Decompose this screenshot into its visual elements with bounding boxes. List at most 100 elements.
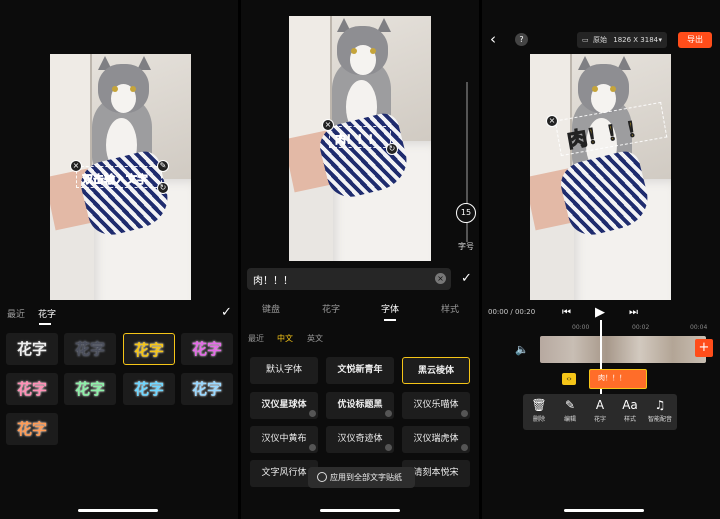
timecode: 00:00 / 00:20 [488, 308, 536, 316]
trash-icon: 🗑 [531, 398, 547, 412]
check-icon[interactable]: ✓ [221, 305, 232, 320]
font-tile[interactable]: 优设标题黑 [326, 392, 394, 419]
tab-recent[interactable]: 最近 [7, 307, 25, 320]
font-tile[interactable]: 汉仪奇迹体 [326, 426, 394, 453]
download-icon [461, 410, 468, 417]
font-label: 汉仪乐喵体 [413, 400, 459, 410]
check-icon[interactable]: ✓ [461, 271, 472, 286]
text-input-row: × [247, 268, 451, 290]
smart-dub-button[interactable]: ♫ 智能配音 [646, 398, 674, 423]
edit-icon: ✎ [564, 398, 576, 412]
font-tile[interactable]: 默认字体 [250, 357, 318, 384]
tool-label: 删除 [532, 416, 545, 423]
tool-label: 编辑 [563, 416, 576, 423]
font-tile[interactable]: 汉仪瑞虎体 [402, 426, 470, 453]
export-button[interactable]: 导出 [678, 32, 712, 48]
active-tab-indicator [384, 319, 396, 321]
volume-icon[interactable]: 🔈 [515, 343, 529, 356]
download-icon [385, 410, 392, 417]
font-tile-selected[interactable]: 黑云棱体 [402, 357, 470, 384]
edit-icon[interactable]: ✎ [157, 160, 169, 172]
home-indicator [78, 509, 158, 512]
subtab-recent[interactable]: 最近 [248, 333, 264, 344]
skip-forward-icon[interactable]: ⏭ [629, 307, 638, 318]
fancy-text-tile[interactable]: 花字 [6, 373, 58, 405]
edit-button[interactable]: ✎ 编辑 [556, 398, 584, 423]
delete-button[interactable]: 🗑 删除 [525, 398, 553, 423]
ruler-mark: 00:00 [572, 324, 590, 331]
font-label: 汉仪中黄布 [261, 434, 307, 444]
voice-icon: ♫ [654, 398, 666, 412]
active-tab-indicator [39, 323, 51, 325]
clear-icon[interactable]: × [435, 273, 446, 284]
subtab-chinese[interactable]: 中文 [277, 333, 293, 344]
font-tile[interactable]: 汉仪中黄布 [250, 426, 318, 453]
resolution-select[interactable]: ▭ 原始 1826 X 3184 ▾ [577, 32, 667, 48]
fancy-text-tile[interactable]: 花字 [6, 413, 58, 445]
font-label: 默认字体 [265, 365, 302, 375]
subtab-english[interactable]: 英文 [307, 333, 323, 344]
text-sticker[interactable]: 双击输入文字 [76, 166, 162, 188]
font-label: 优设标题黑 [337, 400, 383, 410]
font-size-slider-knob[interactable]: 15 [456, 203, 476, 223]
help-icon[interactable]: ? [515, 33, 528, 46]
text-input[interactable] [247, 268, 417, 290]
text-icon: A [595, 398, 605, 412]
editor-panel-font: 肉！！！ × ↻ 15 字号 × ✓ 键盘 花字 字体 样式 最近 中文 英文 … [241, 0, 479, 519]
add-clip-button[interactable]: + [695, 339, 713, 357]
font-label: 汉仪瑞虎体 [413, 434, 459, 444]
play-icon[interactable]: ▶ [595, 305, 605, 320]
style-button[interactable]: Aa 样式 [616, 398, 644, 423]
tab-font[interactable]: 字体 [381, 302, 399, 315]
rotate-icon[interactable]: ↻ [386, 143, 398, 155]
fancy-text-tile[interactable]: 花字 [6, 333, 58, 365]
tile-label: 花字 [16, 380, 47, 398]
chevron-down-icon: ▾ [658, 36, 662, 44]
skip-back-icon[interactable]: ⏮ [562, 307, 571, 318]
tool-label: 样式 [623, 416, 636, 423]
video-preview[interactable] [530, 54, 671, 300]
font-tile[interactable]: 文悦新青年 [326, 357, 394, 384]
font-tile[interactable]: 汉仪星球体 [250, 392, 318, 419]
style-icon: Aa [622, 398, 638, 412]
tab-fancy-text[interactable]: 花字 [322, 302, 340, 315]
resolution-value: 1826 X 3184 [613, 36, 659, 44]
close-icon[interactable]: × [322, 119, 334, 131]
download-icon [309, 410, 316, 417]
fancy-text-tile-selected[interactable]: 花字 [123, 333, 175, 365]
text-sticker[interactable]: 肉！！！ [329, 126, 391, 148]
fancy-text-button[interactable]: A 花字 [586, 398, 614, 423]
download-icon [309, 444, 316, 451]
rotate-icon[interactable]: ↻ [157, 182, 169, 194]
text-clip[interactable]: 肉！！！ [589, 369, 647, 389]
font-label: 汉仪奇迹体 [337, 434, 383, 444]
tile-label: 花字 [191, 380, 222, 398]
fancy-text-tile[interactable]: 花字 [64, 373, 116, 405]
tile-label: 花字 [133, 341, 164, 359]
font-size-label: 字号 [458, 242, 474, 251]
video-clip-strip[interactable] [540, 336, 706, 363]
resolution-label: 原始 [593, 36, 607, 44]
text-clip-label: 肉！！！ [598, 374, 626, 382]
sticker-text: 肉！！！ [335, 133, 380, 147]
font-label: 汉仪星球体 [261, 400, 307, 410]
fancy-text-tile[interactable]: 花字 [123, 373, 175, 405]
screen-icon: ▭ [582, 36, 589, 44]
fancy-text-tile[interactable]: 花字 [181, 333, 233, 365]
font-tile[interactable]: 汉仪乐喵体 [402, 392, 470, 419]
radio-icon [317, 472, 327, 482]
apply-to-all-toggle[interactable]: 应用到全部文字贴纸 [308, 467, 415, 488]
tile-label: 花字 [74, 340, 105, 358]
font-label: 文悦新青年 [337, 365, 383, 375]
close-icon[interactable]: × [546, 115, 558, 127]
fancy-text-tile[interactable]: 花字 [181, 373, 233, 405]
tab-keyboard[interactable]: 键盘 [262, 302, 280, 315]
tile-label: 花字 [16, 340, 47, 358]
back-arrow-icon[interactable]: ‹ [490, 30, 496, 48]
close-icon[interactable]: × [70, 160, 82, 172]
expand-icon[interactable]: ‹› [562, 373, 576, 385]
editor-panel-fancy-text: 双击输入文字 × ✎ ↻ 最近 花字 ✓ 花字 花字 花字 花字 花字 花字 花… [0, 0, 238, 519]
fancy-text-tile[interactable]: 花字 [64, 333, 116, 365]
tab-style[interactable]: 样式 [441, 302, 459, 315]
tab-fancy-text[interactable]: 花字 [38, 307, 56, 320]
